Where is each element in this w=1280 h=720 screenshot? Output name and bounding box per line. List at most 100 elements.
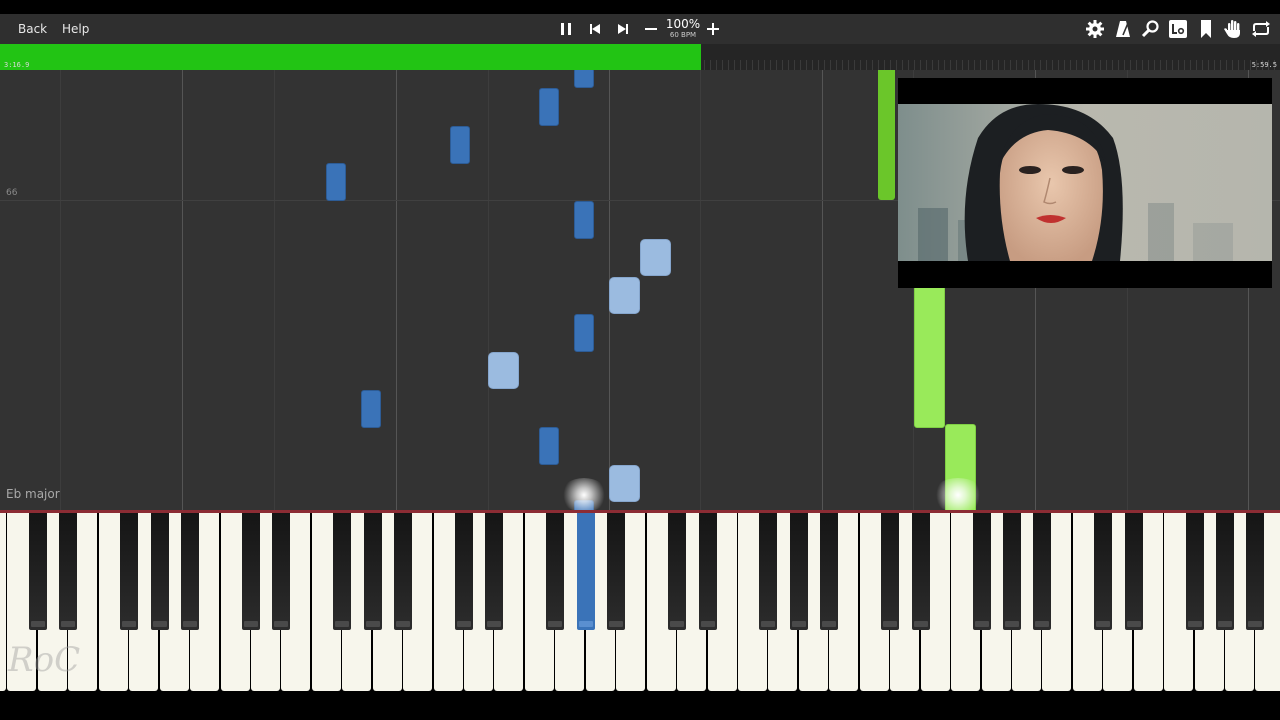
search-button[interactable] xyxy=(1140,18,1162,40)
black-key[interactable] xyxy=(363,513,382,630)
black-key[interactable] xyxy=(1185,513,1204,630)
falling-note xyxy=(361,390,381,428)
progress-tick xyxy=(710,60,711,70)
black-key[interactable] xyxy=(546,513,565,630)
key-hit-glow xyxy=(932,478,984,510)
black-key[interactable] xyxy=(607,513,626,630)
progress-tick xyxy=(830,60,831,70)
bookmark-icon xyxy=(1201,20,1211,38)
measure-number: 66 xyxy=(6,188,18,198)
progress-tick xyxy=(998,60,999,70)
black-key[interactable] xyxy=(181,513,200,630)
falling-note xyxy=(640,239,671,276)
black-key[interactable] xyxy=(394,513,413,630)
progress-tick xyxy=(1232,60,1233,70)
skip-back-button[interactable] xyxy=(584,14,606,44)
progress-tick xyxy=(980,60,981,70)
zoom-out-button[interactable] xyxy=(640,14,662,44)
metronome-button[interactable] xyxy=(1112,18,1134,40)
progress-tick xyxy=(1016,60,1017,70)
progress-tick xyxy=(1106,60,1107,70)
progress-tick xyxy=(1124,60,1125,70)
zoom-level-display: 100% 60 BPM xyxy=(664,18,702,40)
progress-tick xyxy=(878,60,879,70)
back-button[interactable]: Back xyxy=(18,14,47,44)
progress-tick xyxy=(728,60,729,70)
progress-tick xyxy=(884,60,885,70)
settings-button[interactable] xyxy=(1084,18,1106,40)
progress-bar[interactable]: 3:16.9 5:59.5 xyxy=(0,44,1280,70)
gear-icon xyxy=(1086,20,1104,38)
progress-tick xyxy=(740,60,741,70)
black-key[interactable] xyxy=(150,513,169,630)
progress-tick xyxy=(716,60,717,70)
black-key[interactable] xyxy=(28,513,47,630)
black-key[interactable] xyxy=(789,513,808,630)
zoom-out-icon xyxy=(645,28,657,30)
label-icon xyxy=(1169,20,1187,38)
progress-tick xyxy=(974,60,975,70)
hand-button[interactable] xyxy=(1222,18,1244,40)
progress-tick xyxy=(860,60,861,70)
bookmark-button[interactable] xyxy=(1195,18,1217,40)
progress-tick xyxy=(992,60,993,70)
progress-tick xyxy=(1208,60,1209,70)
video-frame xyxy=(898,78,1272,288)
falling-note xyxy=(914,270,945,428)
black-key[interactable] xyxy=(485,513,504,630)
progress-tick xyxy=(806,60,807,70)
falling-note xyxy=(574,201,594,239)
falling-note xyxy=(326,163,346,201)
black-key[interactable] xyxy=(881,513,900,630)
progress-tick xyxy=(1046,60,1047,70)
top-toolbar: Back Help 100% 60 BPM xyxy=(0,14,1280,44)
zoom-value: 100% xyxy=(665,17,701,31)
progress-tick xyxy=(1196,60,1197,70)
progress-tick xyxy=(1034,60,1035,70)
pause-button[interactable] xyxy=(555,14,577,44)
progress-tick xyxy=(968,60,969,70)
black-key[interactable] xyxy=(241,513,260,630)
black-key[interactable] xyxy=(272,513,291,630)
black-key[interactable] xyxy=(759,513,778,630)
help-button[interactable]: Help xyxy=(62,14,89,44)
black-key[interactable] xyxy=(576,513,595,630)
black-key[interactable] xyxy=(668,513,687,630)
label-button[interactable] xyxy=(1167,18,1189,40)
progress-tick xyxy=(794,60,795,70)
progress-tick xyxy=(1112,60,1113,70)
black-key[interactable] xyxy=(1216,513,1235,630)
progress-tick xyxy=(920,60,921,70)
black-key[interactable] xyxy=(1033,513,1052,630)
progress-tick xyxy=(1154,60,1155,70)
black-key[interactable] xyxy=(820,513,839,630)
black-key[interactable] xyxy=(59,513,78,630)
piano-roll: 66 Eb major xyxy=(0,70,1280,510)
loop-button[interactable] xyxy=(1250,18,1272,40)
falling-note xyxy=(539,427,559,465)
white-key[interactable] xyxy=(0,513,6,691)
black-key[interactable] xyxy=(911,513,930,630)
progress-tick xyxy=(950,60,951,70)
black-key[interactable] xyxy=(1124,513,1143,630)
skip-back-icon xyxy=(590,24,600,34)
black-key[interactable] xyxy=(1002,513,1021,630)
progress-tick xyxy=(896,60,897,70)
black-key[interactable] xyxy=(972,513,991,630)
falling-note xyxy=(878,70,895,200)
black-key[interactable] xyxy=(1094,513,1113,630)
zoom-in-button[interactable] xyxy=(702,14,724,44)
black-key[interactable] xyxy=(698,513,717,630)
black-key[interactable] xyxy=(120,513,139,630)
progress-tick xyxy=(788,60,789,70)
skip-forward-button[interactable] xyxy=(612,14,634,44)
black-key[interactable] xyxy=(455,513,474,630)
black-key[interactable] xyxy=(333,513,352,630)
beat-line xyxy=(60,70,61,510)
black-key[interactable] xyxy=(1246,513,1265,630)
piano-keyboard[interactable] xyxy=(0,513,1280,693)
channel-watermark: RoC xyxy=(8,640,81,680)
loop-icon xyxy=(1252,21,1270,37)
key-signature: Eb major xyxy=(6,487,60,501)
progress-tick xyxy=(1022,60,1023,70)
